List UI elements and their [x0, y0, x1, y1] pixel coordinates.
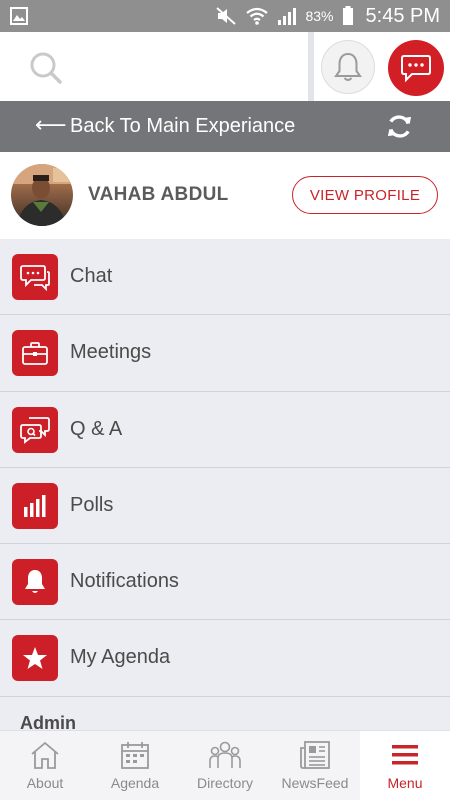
- gallery-icon: [10, 7, 28, 25]
- messages-button[interactable]: [388, 40, 444, 96]
- chat-icon: [12, 254, 58, 300]
- notifications-button[interactable]: [321, 40, 375, 94]
- battery-percent: 83%: [305, 8, 334, 24]
- top-header: [0, 32, 450, 101]
- status-bar: 83% 5:45 PM: [0, 0, 450, 32]
- nav-menu[interactable]: Menu: [360, 731, 450, 800]
- back-arrow-icon: ⟵: [35, 112, 67, 137]
- menu-list: Chat Meetings Q & A Polls Notifications …: [0, 239, 450, 697]
- menu-item-label: Notifications: [70, 570, 179, 593]
- menu-item-label: Chat: [70, 265, 113, 287]
- clock: 5:45 PM: [365, 4, 440, 27]
- menu-item-polls[interactable]: Polls: [0, 467, 450, 545]
- nav-label: Agenda: [110, 775, 160, 791]
- mute-icon: [216, 7, 237, 25]
- avatar[interactable]: [11, 164, 73, 226]
- view-profile-button[interactable]: VIEW PROFILE: [292, 176, 438, 214]
- menu-item-label: Polls: [70, 493, 114, 516]
- nav-label: About: [26, 775, 64, 791]
- star-icon: [12, 635, 58, 682]
- home-icon: [28, 739, 62, 771]
- refresh-icon[interactable]: [386, 113, 413, 140]
- profile-card: VAHAB ABDUL VIEW PROFILE: [0, 152, 450, 239]
- wifi-icon: [246, 7, 269, 25]
- briefcase-icon: [12, 330, 58, 377]
- qa-icon: [12, 406, 58, 453]
- nav-label: Directory: [196, 775, 253, 791]
- nav-about[interactable]: About: [0, 731, 90, 800]
- nav-newsfeed[interactable]: NewsFeed: [270, 731, 360, 800]
- bell-icon: [12, 559, 58, 606]
- menu-item-qa[interactable]: Q & A: [0, 391, 450, 468]
- menu-item-label: My Agenda: [70, 646, 171, 669]
- people-icon: [208, 739, 242, 771]
- signal-icon: [278, 8, 297, 25]
- menu-item-notifications[interactable]: Notifications: [0, 544, 450, 621]
- back-to-main-bar[interactable]: ⟵ Back To Main Experiance: [0, 101, 450, 152]
- menu-item-label: Meetings: [70, 341, 152, 364]
- nav-label: Menu: [387, 775, 423, 791]
- hamburger-icon: [388, 739, 422, 771]
- menu-item-meetings[interactable]: Meetings: [0, 315, 450, 392]
- nav-label: NewsFeed: [281, 775, 349, 791]
- bell-icon: [334, 52, 362, 81]
- menu-item-my-agenda[interactable]: My Agenda: [0, 620, 450, 697]
- polls-icon: [12, 482, 58, 529]
- header-divider: [308, 32, 314, 101]
- menu-item-label: Q & A: [70, 417, 123, 440]
- menu-item-chat[interactable]: Chat: [0, 239, 450, 316]
- nav-agenda[interactable]: Agenda: [90, 731, 180, 800]
- back-to-main-label: Back To Main Experiance: [70, 115, 296, 137]
- nav-directory[interactable]: Directory: [180, 731, 270, 800]
- profile-name: VAHAB ABDUL: [88, 184, 229, 205]
- newspaper-icon: [298, 739, 332, 771]
- battery-icon: [342, 6, 353, 25]
- calendar-icon: [118, 739, 152, 771]
- chat-bubble-icon: [401, 55, 431, 83]
- search-icon[interactable]: [28, 50, 64, 86]
- bottom-nav: About Agenda Directory NewsFeed Menu: [0, 730, 450, 800]
